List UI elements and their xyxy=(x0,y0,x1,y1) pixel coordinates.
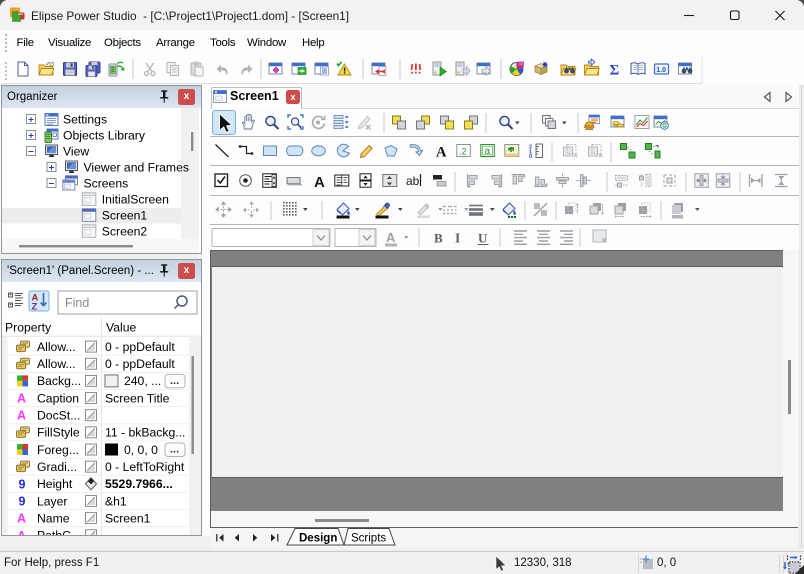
svg-text:Property: Property xyxy=(5,321,52,335)
svg-text:9: 9 xyxy=(19,477,26,491)
svg-text:.2: .2 xyxy=(459,147,467,157)
svg-text:Screens: Screens xyxy=(84,177,129,191)
svg-text:Screen Title: Screen Title xyxy=(105,391,170,405)
svg-text:11 - bkBackg...: 11 - bkBackg... xyxy=(105,426,185,440)
svg-text:View: View xyxy=(63,145,89,159)
svg-text:ab: ab xyxy=(406,174,420,188)
svg-text:Allow...: Allow... xyxy=(37,357,76,371)
svg-text:Design: Design xyxy=(299,533,337,545)
svg-text:Backg...: Backg... xyxy=(37,374,81,388)
svg-text:A: A xyxy=(386,230,396,245)
svg-text:0, 0, 0: 0, 0, 0 xyxy=(124,443,158,457)
svg-text:Foreg...: Foreg... xyxy=(37,443,79,457)
svg-text:A: A xyxy=(17,409,26,423)
svg-text:A: A xyxy=(436,145,447,161)
svg-text:240, ...: 240, ... xyxy=(124,374,161,388)
svg-text:Σ: Σ xyxy=(610,63,620,79)
svg-text:Objects Library: Objects Library xyxy=(63,129,146,143)
svg-text:9: 9 xyxy=(19,494,26,508)
svg-text:Name: Name xyxy=(37,511,70,525)
svg-text:a: a xyxy=(485,146,491,157)
svg-text:Height: Height xyxy=(37,477,73,491)
svg-text:A: A xyxy=(17,512,26,526)
svg-text:InitialScreen: InitialScreen xyxy=(102,193,169,207)
svg-text:5529.7966...: 5529.7966... xyxy=(105,477,173,491)
svg-text:Viewer and Frames: Viewer and Frames xyxy=(84,161,189,175)
svg-text:Scripts: Scripts xyxy=(351,533,386,545)
svg-text:Allow...: Allow... xyxy=(37,340,76,354)
svg-text:DocSt...: DocSt... xyxy=(37,409,80,423)
svg-text:0: 0 xyxy=(529,154,532,160)
svg-text:U: U xyxy=(478,231,488,246)
svg-text:&h1: &h1 xyxy=(105,494,127,508)
svg-text:Value: Value xyxy=(106,321,136,335)
svg-text:Layer: Layer xyxy=(37,494,68,508)
svg-text:0 - LeftToRight: 0 - LeftToRight xyxy=(105,460,185,474)
svg-text:I: I xyxy=(455,231,460,246)
svg-text:A: A xyxy=(17,392,26,406)
svg-text:Screen1: Screen1 xyxy=(102,209,148,223)
svg-text:A: A xyxy=(17,529,26,535)
svg-text:1.0: 1.0 xyxy=(656,67,666,74)
svg-text:Find: Find xyxy=(65,296,89,310)
svg-text:B: B xyxy=(434,231,443,246)
svg-text:Z: Z xyxy=(32,302,38,313)
svg-text:0 - ppDefault: 0 - ppDefault xyxy=(105,357,175,371)
svg-text:PathC...: PathC... xyxy=(37,529,81,535)
svg-text:Gradi...: Gradi... xyxy=(37,460,77,474)
svg-text:Settings: Settings xyxy=(63,113,107,127)
svg-text:Screen1: Screen1 xyxy=(105,511,151,525)
svg-text:Caption: Caption xyxy=(37,391,79,405)
svg-text:A: A xyxy=(314,174,325,191)
svg-text:Screen2: Screen2 xyxy=(102,225,148,239)
svg-text:FillStyle: FillStyle xyxy=(37,426,80,440)
svg-text:0 - ppDefault: 0 - ppDefault xyxy=(105,340,175,354)
svg-text:...: ... xyxy=(170,444,179,456)
svg-text:...: ... xyxy=(170,375,179,387)
